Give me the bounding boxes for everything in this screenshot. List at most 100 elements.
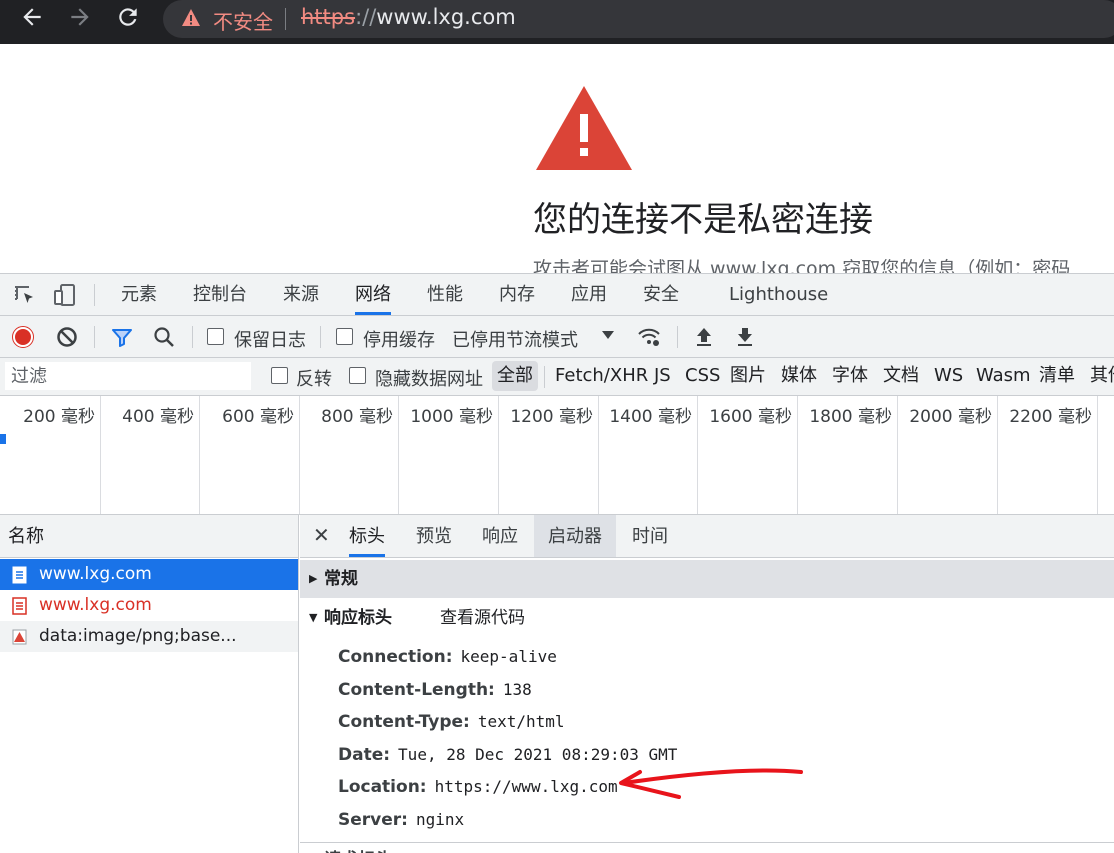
view-source-link[interactable]: 查看源代码 bbox=[440, 599, 525, 637]
filter-type-manifest[interactable]: 清单 bbox=[1039, 361, 1075, 391]
request-name: www.lxg.com bbox=[39, 595, 152, 615]
request-headers-section-header[interactable]: 请求标头 bbox=[324, 845, 392, 853]
invert-label: 反转 bbox=[296, 369, 332, 390]
overview-tick: 200 毫秒 bbox=[0, 396, 101, 514]
header-row: Server: nginx bbox=[338, 810, 464, 830]
request-row[interactable]: www.lxg.com bbox=[0, 590, 298, 621]
filter-type-other[interactable]: 其他 bbox=[1090, 361, 1114, 391]
image-warning-icon bbox=[12, 629, 27, 645]
tab-security[interactable]: 安全 bbox=[643, 274, 679, 315]
tab-initiator[interactable]: 启动器 bbox=[534, 515, 616, 557]
tab-network[interactable]: 网络 bbox=[355, 274, 391, 315]
header-row: Date: Tue, 28 Dec 2021 08:29:03 GMT bbox=[338, 745, 677, 765]
device-toolbar-icon[interactable] bbox=[53, 283, 77, 307]
header-key: Content-Length: bbox=[338, 680, 495, 700]
download-icon[interactable] bbox=[733, 325, 757, 349]
filter-type-css[interactable]: CSS bbox=[685, 361, 720, 391]
browser-toolbar: 不安全 https://www.lxg.com bbox=[0, 0, 1114, 44]
close-icon[interactable]: ✕ bbox=[313, 523, 330, 547]
inspect-element-icon[interactable] bbox=[13, 283, 37, 307]
tab-response[interactable]: 响应 bbox=[482, 515, 518, 557]
header-key: Connection: bbox=[338, 647, 453, 667]
disable-cache-checkbox[interactable] bbox=[336, 328, 353, 345]
request-row[interactable]: www.lxg.com bbox=[0, 559, 298, 590]
omnibox-divider bbox=[285, 8, 286, 30]
expand-triangle-icon: ▶ bbox=[309, 572, 318, 585]
network-conditions-icon[interactable] bbox=[637, 325, 661, 349]
request-row[interactable]: data:image/png;base... bbox=[0, 621, 298, 652]
filter-type-img[interactable]: 图片 bbox=[730, 361, 766, 391]
tab-preview[interactable]: 预览 bbox=[416, 515, 452, 557]
overview-tick: 600 毫秒 bbox=[200, 396, 300, 514]
tab-memory[interactable]: 内存 bbox=[499, 274, 535, 315]
security-status-label[interactable]: 不安全 bbox=[213, 6, 273, 35]
address-bar[interactable]: 不安全 https://www.lxg.com bbox=[163, 0, 1114, 38]
filter-type-font[interactable]: 字体 bbox=[832, 361, 868, 391]
back-button[interactable] bbox=[14, 4, 50, 32]
document-icon bbox=[12, 566, 27, 584]
record-button[interactable] bbox=[12, 326, 34, 348]
general-section-header[interactable]: ▶ 常规 bbox=[300, 560, 1114, 598]
url-host: www.lxg.com bbox=[376, 5, 516, 29]
devtools-panel: 元素 控制台 来源 网络 性能 内存 应用 安全 Lighthouse 保留日志… bbox=[0, 273, 1114, 853]
reload-button[interactable] bbox=[110, 4, 146, 32]
tab-lighthouse[interactable]: Lighthouse bbox=[729, 274, 828, 315]
filter-type-all[interactable]: 全部 bbox=[492, 361, 538, 391]
tab-sources[interactable]: 来源 bbox=[283, 274, 319, 315]
general-label: 常规 bbox=[324, 569, 358, 589]
header-row: Connection: keep-alive bbox=[338, 647, 557, 667]
hide-data-urls-checkbox[interactable] bbox=[349, 367, 366, 384]
collapse-triangle-icon: ▼ bbox=[309, 611, 318, 624]
overview-tick: 1600 毫秒 bbox=[698, 396, 798, 514]
error-title: 您的连接不是私密连接 bbox=[533, 200, 873, 240]
header-key: Date: bbox=[338, 745, 391, 765]
throttling-select[interactable]: 已停用节流模式 bbox=[452, 326, 578, 352]
tab-timing[interactable]: 时间 bbox=[632, 515, 668, 557]
filter-type-media[interactable]: 媒体 bbox=[781, 361, 817, 391]
preserve-log-checkbox[interactable] bbox=[207, 328, 224, 345]
request-detail-panel: ✕ 标头 预览 响应 启动器 时间 ▶ 常规 ▼ 响应标头 查看源代码 Conn… bbox=[300, 515, 1114, 853]
name-column-header[interactable]: 名称 bbox=[0, 515, 298, 558]
toolbar-divider bbox=[320, 326, 321, 348]
disable-cache-label: 停用缓存 bbox=[363, 330, 435, 351]
request-name: www.lxg.com bbox=[39, 564, 152, 584]
overview-tick: 800 毫秒 bbox=[300, 396, 399, 514]
search-icon[interactable] bbox=[152, 325, 176, 349]
url-text[interactable]: https://www.lxg.com bbox=[301, 5, 516, 29]
header-value: text/html bbox=[477, 712, 565, 731]
network-overview-timeline[interactable]: 200 毫秒 400 毫秒 600 毫秒 800 毫秒 1000 毫秒 1200… bbox=[0, 396, 1114, 515]
tab-elements[interactable]: 元素 bbox=[121, 274, 157, 315]
overview-tick: 1400 毫秒 bbox=[599, 396, 698, 514]
filter-type-doc[interactable]: 文档 bbox=[883, 361, 919, 391]
filter-input[interactable] bbox=[5, 362, 251, 390]
url-scheme: https bbox=[301, 5, 356, 29]
invert-checkbox[interactable] bbox=[271, 367, 288, 384]
header-key: Location: bbox=[338, 777, 427, 797]
warning-triangle-icon[interactable] bbox=[181, 8, 201, 28]
section-divider bbox=[300, 842, 1114, 843]
tab-headers[interactable]: 标头 bbox=[349, 515, 385, 557]
tab-console[interactable]: 控制台 bbox=[193, 274, 247, 315]
filter-icon[interactable] bbox=[110, 325, 134, 349]
forward-button[interactable] bbox=[62, 4, 98, 32]
overview-tick: 1800 毫秒 bbox=[798, 396, 898, 514]
toolbar-divider bbox=[677, 326, 678, 348]
overview-request-bar bbox=[0, 434, 6, 444]
privacy-error-page: 您的连接不是私密连接 攻击者可能会试图从 www.lxg.com 窃取您的信息（… bbox=[0, 44, 1114, 273]
overview-tick: 1200 毫秒 bbox=[499, 396, 599, 514]
response-headers-section-header[interactable]: ▼ 响应标头 查看源代码 bbox=[300, 599, 1114, 637]
header-key: Content-Type: bbox=[338, 712, 470, 732]
filter-bar: 反转 隐藏数据网址 全部 Fetch/XHR JS CSS 图片 媒体 字体 文… bbox=[0, 358, 1114, 396]
filter-type-wasm[interactable]: Wasm bbox=[976, 361, 1031, 391]
filter-type-ws[interactable]: WS bbox=[934, 361, 963, 391]
dropdown-caret-icon[interactable] bbox=[599, 326, 617, 344]
header-value: nginx bbox=[415, 810, 465, 829]
clear-icon[interactable] bbox=[55, 325, 79, 349]
header-value: 138 bbox=[502, 680, 532, 699]
filter-type-js[interactable]: JS bbox=[654, 361, 671, 391]
filter-type-fetch-xhr[interactable]: Fetch/XHR bbox=[555, 361, 648, 391]
tab-application[interactable]: 应用 bbox=[571, 274, 607, 315]
tab-performance[interactable]: 性能 bbox=[427, 274, 463, 315]
upload-icon[interactable] bbox=[692, 325, 716, 349]
document-icon bbox=[12, 597, 27, 615]
